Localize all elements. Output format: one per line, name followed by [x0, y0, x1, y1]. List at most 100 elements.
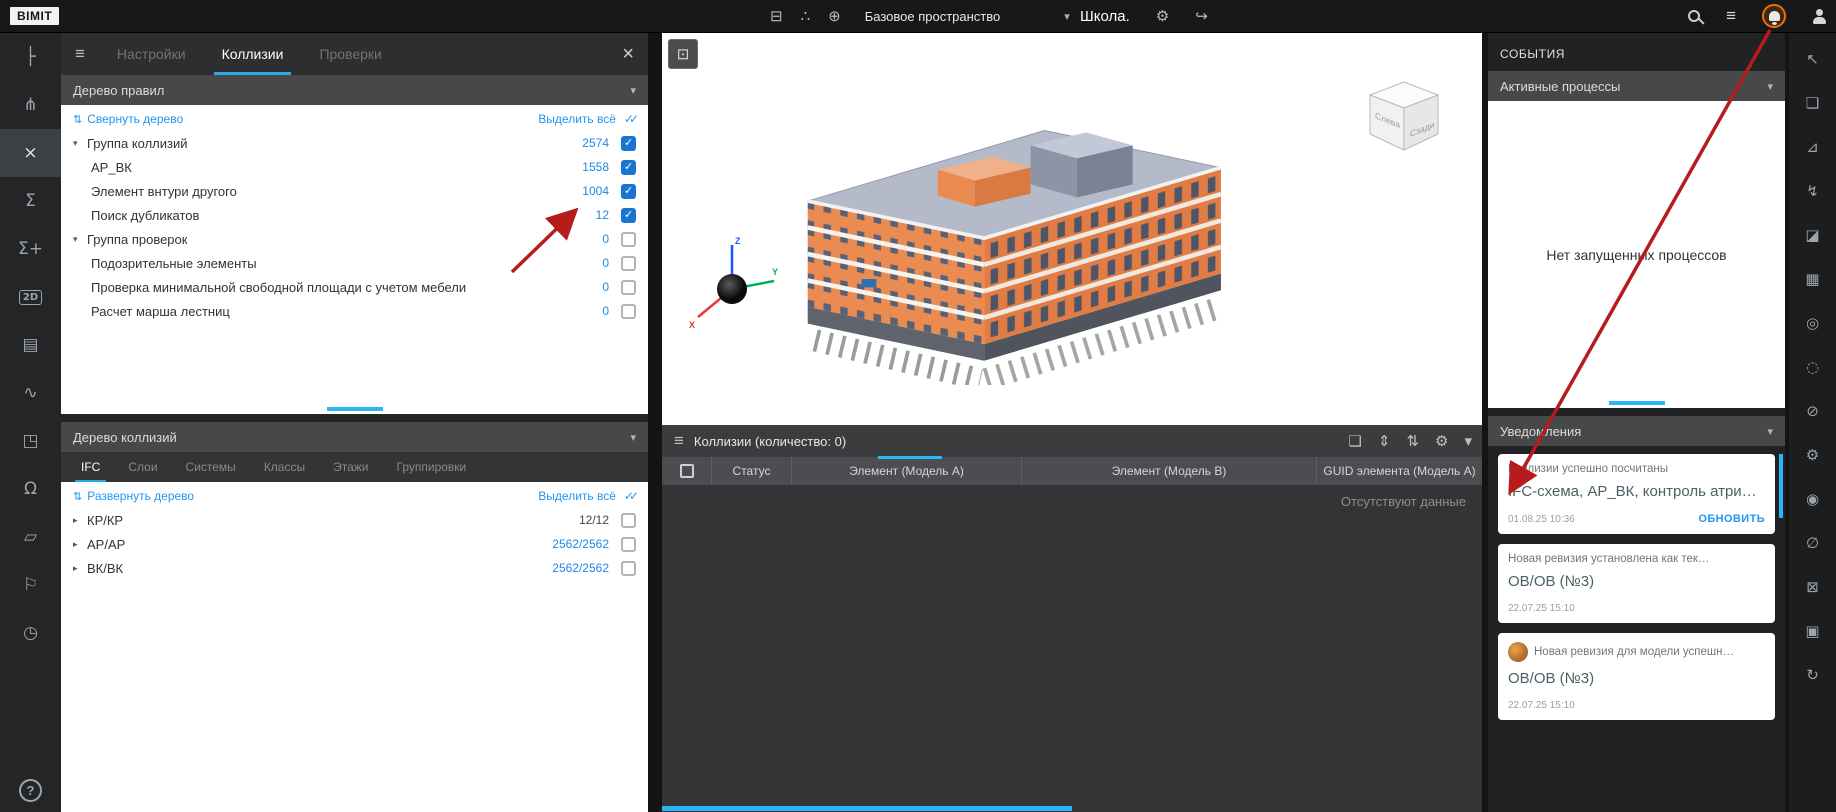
- model-tree-icon[interactable]: ├: [0, 33, 61, 81]
- table-settings-icon[interactable]: ⚙: [1435, 432, 1448, 450]
- rule-checkbox[interactable]: [621, 160, 636, 175]
- notifications-icon[interactable]: [1762, 4, 1786, 28]
- help-button[interactable]: ?: [19, 779, 42, 802]
- collapse-tree-link[interactable]: ⇅ Свернуть дерево: [73, 112, 183, 126]
- axis-gizmo[interactable]: Z Y X: [682, 231, 782, 335]
- horizontal-scrollbar[interactable]: [662, 806, 1072, 811]
- refresh-link[interactable]: ОБНОВИТЬ: [1698, 513, 1765, 525]
- section-box-icon[interactable]: ◪: [1789, 213, 1836, 257]
- focus-icon[interactable]: ◎: [1789, 301, 1836, 345]
- rule-checkbox[interactable]: [621, 280, 636, 295]
- expand-tree-link[interactable]: ⇅ Развернуть дерево: [73, 489, 194, 503]
- expand-icon[interactable]: ▸: [73, 563, 87, 574]
- connections-icon[interactable]: ⋔: [0, 81, 61, 129]
- rule-checkbox[interactable]: [621, 256, 636, 271]
- team-icon[interactable]: ∴: [801, 9, 811, 24]
- rule-row[interactable]: Элемент внтури другого 1004: [61, 179, 648, 203]
- fit-rows-icon[interactable]: ⇅: [1406, 432, 1419, 450]
- tree-mode-tab[interactable]: Классы: [250, 452, 319, 482]
- column-element-b[interactable]: Элемент (Модель B): [1022, 457, 1317, 485]
- scrollbar[interactable]: [1609, 401, 1665, 405]
- panel-tab[interactable]: Настройки: [99, 33, 204, 75]
- column-element-a[interactable]: Элемент (Модель А): [792, 457, 1022, 485]
- rule-row[interactable]: Подозрительные элементы 0: [61, 251, 648, 275]
- vertical-scrollbar[interactable]: [1779, 454, 1783, 518]
- chevron-down-icon[interactable]: ▾: [1767, 80, 1773, 93]
- share-icon[interactable]: ↪: [1195, 9, 1208, 24]
- workspace-switcher[interactable]: ⊟ ∴ ⊕ Базовое пространство ▾: [770, 9, 1070, 24]
- rule-checkbox[interactable]: [621, 208, 636, 223]
- chevron-down-icon[interactable]: ▾: [630, 431, 636, 444]
- measure-icon[interactable]: ⊿: [1789, 125, 1836, 169]
- collisions-icon[interactable]: ×: [0, 129, 61, 177]
- sum-icon[interactable]: Σ: [0, 177, 61, 225]
- collision-checkbox[interactable]: [621, 537, 636, 552]
- column-guid-a[interactable]: GUID элемента (Модель А): [1317, 457, 1482, 485]
- expand-icon[interactable]: ▸: [73, 539, 87, 550]
- copy-view-icon[interactable]: ❏: [1789, 81, 1836, 125]
- rule-row[interactable]: ▾ Группа коллизий 2574: [61, 131, 648, 155]
- collisions-tree-header[interactable]: Дерево коллизий ▾: [61, 422, 648, 452]
- history-icon[interactable]: ◷: [0, 609, 61, 657]
- scrollbar[interactable]: [878, 456, 942, 459]
- rule-row[interactable]: ▾ Группа проверок 0: [61, 227, 648, 251]
- plugins-icon[interactable]: ◳: [0, 417, 61, 465]
- collision-row[interactable]: ▸ ВК/ВК 2562/2562: [61, 556, 648, 580]
- structure-icon[interactable]: ▤: [0, 321, 61, 369]
- user-icon[interactable]: [1812, 9, 1826, 24]
- scrollbar[interactable]: [327, 407, 383, 411]
- windows-icon[interactable]: ❏: [1348, 432, 1361, 450]
- select-icon[interactable]: ↖: [1789, 37, 1836, 81]
- rule-checkbox[interactable]: [621, 232, 636, 247]
- cube-view-icon[interactable]: ▣: [1789, 609, 1836, 653]
- column-status[interactable]: Статус: [712, 457, 792, 485]
- notification-card[interactable]: Новая ревизия установлена как тек… ОВ/ОВ…: [1498, 544, 1775, 623]
- panel-menu-icon[interactable]: ≡: [75, 44, 85, 64]
- sum-plus-icon[interactable]: Σ+: [0, 225, 61, 273]
- select-all-link[interactable]: Выделить всё ✓✓: [538, 489, 634, 503]
- table-menu-icon[interactable]: ≡: [674, 431, 684, 451]
- rule-row[interactable]: Поиск дубликатов 12: [61, 203, 648, 227]
- collapse-icon[interactable]: ▾: [1464, 432, 1472, 450]
- collision-checkbox[interactable]: [621, 561, 636, 576]
- notifications-header[interactable]: Уведомления ▾: [1488, 416, 1785, 446]
- tree-mode-tab[interactable]: Группировки: [383, 452, 481, 482]
- panel-tab[interactable]: Коллизии: [204, 33, 302, 75]
- tree-mode-tab[interactable]: Слои: [114, 452, 171, 482]
- view-2d-icon[interactable]: 2D: [0, 273, 61, 321]
- charts-icon[interactable]: ∿: [0, 369, 61, 417]
- rule-checkbox[interactable]: [621, 136, 636, 151]
- chevron-down-icon[interactable]: ▾: [630, 84, 636, 97]
- workspace-label[interactable]: Базовое пространство: [865, 9, 1001, 24]
- expand-icon[interactable]: ▸: [73, 515, 87, 526]
- viewport-3d[interactable]: ⊡: [662, 33, 1482, 425]
- expand-icon[interactable]: ▾: [73, 234, 87, 245]
- hide-icon[interactable]: ∅: [1789, 521, 1836, 565]
- select-all-checkbox[interactable]: [680, 464, 694, 478]
- close-panel-icon[interactable]: ×: [622, 43, 634, 66]
- tree-mode-tab[interactable]: Системы: [172, 452, 250, 482]
- globe-icon[interactable]: ⊕: [828, 9, 841, 24]
- view-settings-icon[interactable]: ⚙: [1789, 433, 1836, 477]
- users-icon[interactable]: Ω: [0, 465, 61, 513]
- quick-actions-icon[interactable]: ↯: [1789, 169, 1836, 213]
- rules-tree-header[interactable]: Дерево правил ▾: [61, 75, 648, 105]
- collision-checkbox[interactable]: [621, 513, 636, 528]
- collision-row[interactable]: ▸ КР/КР 12/12: [61, 508, 648, 532]
- chevron-down-icon[interactable]: ▾: [1064, 10, 1070, 23]
- select-all-link[interactable]: Выделить всё ✓✓: [538, 112, 634, 126]
- rule-row[interactable]: АР_ВК 1558: [61, 155, 648, 179]
- screenshot-icon[interactable]: ⊡: [668, 39, 698, 69]
- panel-tab[interactable]: Проверки: [301, 33, 399, 75]
- user-location-icon[interactable]: ⚐: [0, 561, 61, 609]
- sphere-view-icon[interactable]: ◌: [1789, 345, 1836, 389]
- collision-row[interactable]: ▸ АР/АР 2562/2562: [61, 532, 648, 556]
- clear-selection-icon[interactable]: ⊠: [1789, 565, 1836, 609]
- rule-checkbox[interactable]: [621, 184, 636, 199]
- expand-icon[interactable]: ▾: [73, 138, 87, 149]
- rule-row[interactable]: Расчет марша лестниц 0: [61, 299, 648, 323]
- rule-checkbox[interactable]: [621, 304, 636, 319]
- list-icon[interactable]: ≡: [1726, 6, 1736, 26]
- archive-icon[interactable]: ⊟: [770, 9, 783, 24]
- align-vertical-icon[interactable]: ⇕: [1378, 432, 1391, 450]
